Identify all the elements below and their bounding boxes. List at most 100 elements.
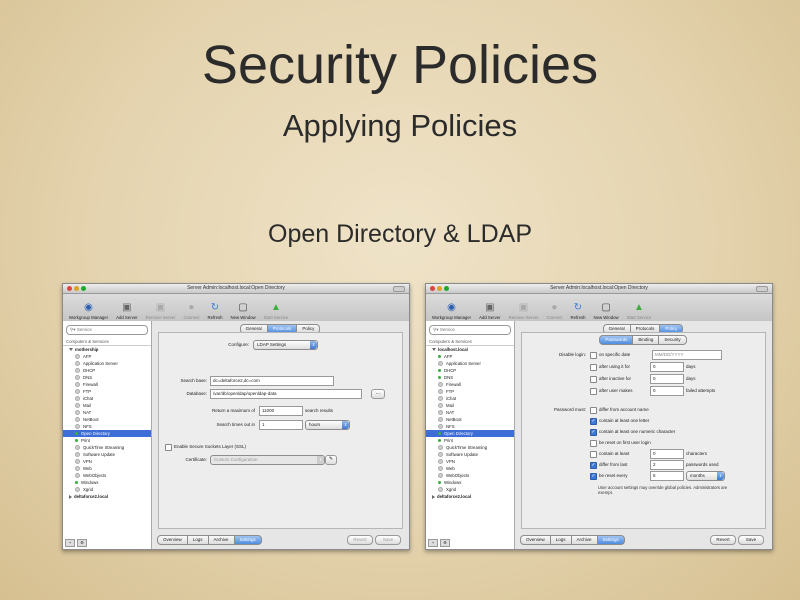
sidebar-item-firewall[interactable]: Firewall — [63, 381, 151, 388]
minimize-icon[interactable] — [437, 286, 442, 291]
sidebar-item-nat[interactable]: NAT — [426, 409, 514, 416]
browse-button[interactable]: ... — [371, 389, 385, 399]
sidebar-item-firewall[interactable]: Firewall — [426, 381, 514, 388]
sidebar-item-open-directory[interactable]: Open Directory — [426, 430, 514, 437]
sidebar-item-dhcp[interactable]: DHCP — [426, 367, 514, 374]
save-button[interactable]: Save — [375, 535, 401, 545]
sidebar-item-ichat[interactable]: iChat — [426, 395, 514, 402]
tab-archive[interactable]: Archive — [570, 535, 598, 545]
sidebar-item-print[interactable]: Print — [63, 437, 151, 444]
connect-button[interactable]: ● Connect — [183, 301, 199, 320]
certificate-popup[interactable]: Custom Configuration ⇕ — [210, 455, 325, 465]
search-time-unit-popup[interactable]: hours ⇕ — [305, 420, 350, 430]
toolbar-toggle-icon[interactable] — [393, 286, 405, 292]
sidebar-item-quicktime-streaming[interactable]: QuickTime Streaming — [63, 444, 151, 451]
sidebar-item-windows[interactable]: Windows — [426, 479, 514, 486]
sidebar-item-print[interactable]: Print — [426, 437, 514, 444]
sidebar-item-mail[interactable]: Mail — [426, 402, 514, 409]
refresh-button[interactable]: ↻ Refresh — [207, 301, 222, 320]
sidebar-item-web[interactable]: Web — [63, 465, 151, 472]
rule-value-field[interactable]: MM/DD/YYYY — [652, 350, 722, 360]
password-rule-checkbox[interactable]: ✓ — [590, 462, 597, 469]
service-search-input[interactable]: ⚲▾ Service — [429, 325, 511, 335]
action-icon[interactable]: ⚙ — [440, 539, 450, 547]
password-rule-checkbox[interactable] — [590, 451, 597, 458]
sidebar-item-xgrid[interactable]: Xgrid — [63, 486, 151, 493]
rule-value-field[interactable]: 0 — [650, 362, 684, 372]
add-icon[interactable]: + — [65, 539, 75, 547]
password-rule-checkbox[interactable]: ✓ — [590, 418, 597, 425]
rule-value-field[interactable]: 0 — [650, 386, 684, 396]
workgroup-manager-button[interactable]: ◉ Workgroup Manager — [432, 301, 471, 320]
start-service-button[interactable]: ▲ Start Service — [627, 301, 652, 320]
sidebar-item-ftp[interactable]: FTP — [63, 388, 151, 395]
sidebar-item-webobjects[interactable]: WebObjects — [426, 472, 514, 479]
new-window-button[interactable]: ▢ New Window — [231, 301, 256, 320]
subtab-security[interactable]: Security — [658, 335, 687, 345]
zoom-icon[interactable] — [81, 286, 86, 291]
disclosure-open-icon[interactable] — [432, 348, 436, 352]
search-time-field[interactable]: 1 — [259, 420, 303, 430]
tree-server[interactable]: deltaforce2.local — [63, 493, 151, 500]
sidebar-item-software-update[interactable]: Software Update — [426, 451, 514, 458]
sidebar-item-dns[interactable]: DNS — [426, 374, 514, 381]
toolbar-toggle-icon[interactable] — [756, 286, 768, 292]
disclosure-closed-icon[interactable] — [432, 494, 435, 499]
remove-server-button[interactable]: ▣ Remove Server — [509, 301, 539, 320]
subtab-binding[interactable]: Binding — [632, 335, 660, 345]
disclosure-open-icon[interactable] — [69, 348, 73, 352]
rule-value-field[interactable]: 2 — [650, 460, 684, 470]
add-server-button[interactable]: ▣ Add Server — [479, 301, 501, 320]
return-max-field[interactable]: 11000 — [259, 406, 303, 416]
reset-interval-popup[interactable]: months ⇕ — [686, 471, 725, 481]
sidebar-item-vpn[interactable]: VPN — [426, 458, 514, 465]
sidebar-item-software-update[interactable]: Software Update — [63, 451, 151, 458]
disable-login-checkbox[interactable] — [590, 388, 597, 395]
add-server-button[interactable]: ▣ Add Server — [116, 301, 138, 320]
new-window-button[interactable]: ▢ New Window — [594, 301, 619, 320]
sidebar-item-windows[interactable]: Windows — [63, 479, 151, 486]
add-icon[interactable]: + — [428, 539, 438, 547]
password-rule-checkbox[interactable] — [590, 407, 597, 414]
configure-popup[interactable]: LDAP Settings ⇕ — [253, 340, 318, 350]
sidebar-item-open-directory[interactable]: Open Directory — [63, 430, 151, 437]
sidebar-item-ichat[interactable]: iChat — [63, 395, 151, 402]
tab-settings[interactable]: Settings — [233, 535, 262, 545]
sidebar-item-quicktime-streaming[interactable]: QuickTime Streaming — [426, 444, 514, 451]
disable-login-checkbox[interactable] — [590, 352, 597, 359]
revert-button[interactable]: Revert — [347, 535, 373, 545]
sidebar-item-netboot[interactable]: NetBoot — [63, 416, 151, 423]
password-rule-checkbox[interactable]: ✓ — [590, 473, 597, 480]
tab-overview[interactable]: Overview — [157, 535, 188, 545]
sidebar-item-nfs[interactable]: NFS — [426, 423, 514, 430]
zoom-icon[interactable] — [444, 286, 449, 291]
rule-value-field[interactable]: 0 — [650, 449, 684, 459]
sidebar-item-afp[interactable]: AFP — [63, 353, 151, 360]
tab-logs[interactable]: Logs — [186, 535, 209, 545]
tab-logs[interactable]: Logs — [549, 535, 572, 545]
remove-server-button[interactable]: ▣ Remove Server — [146, 301, 176, 320]
revert-button[interactable]: Revert — [710, 535, 736, 545]
search-base-field[interactable]: dc=deltaforce2,dc=com — [210, 376, 334, 386]
ssl-checkbox[interactable] — [165, 444, 172, 451]
connect-button[interactable]: ● Connect — [546, 301, 562, 320]
minimize-icon[interactable] — [74, 286, 79, 291]
close-icon[interactable] — [430, 286, 435, 291]
password-rule-checkbox[interactable]: ✓ — [590, 429, 597, 436]
database-field[interactable]: /var/db/openldap/openldap-data — [210, 389, 362, 399]
rule-value-field[interactable]: 0 — [650, 374, 684, 384]
sidebar-item-ftp[interactable]: FTP — [426, 388, 514, 395]
tree-server[interactable]: deltaforce2.local — [426, 493, 514, 500]
sidebar-item-afp[interactable]: AFP — [426, 353, 514, 360]
edit-certificate-icon[interactable]: ✎ — [325, 455, 337, 465]
close-icon[interactable] — [67, 286, 72, 291]
disclosure-closed-icon[interactable] — [69, 494, 72, 499]
start-service-button[interactable]: ▲ Start Service — [264, 301, 289, 320]
tree-server[interactable]: mothership — [63, 346, 151, 353]
sidebar-item-dns[interactable]: DNS — [63, 374, 151, 381]
tab-overview[interactable]: Overview — [520, 535, 551, 545]
sidebar-item-nat[interactable]: NAT — [63, 409, 151, 416]
sidebar-item-dhcp[interactable]: DHCP — [63, 367, 151, 374]
sidebar-item-application-server[interactable]: Application Server — [63, 360, 151, 367]
disable-login-checkbox[interactable] — [590, 376, 597, 383]
